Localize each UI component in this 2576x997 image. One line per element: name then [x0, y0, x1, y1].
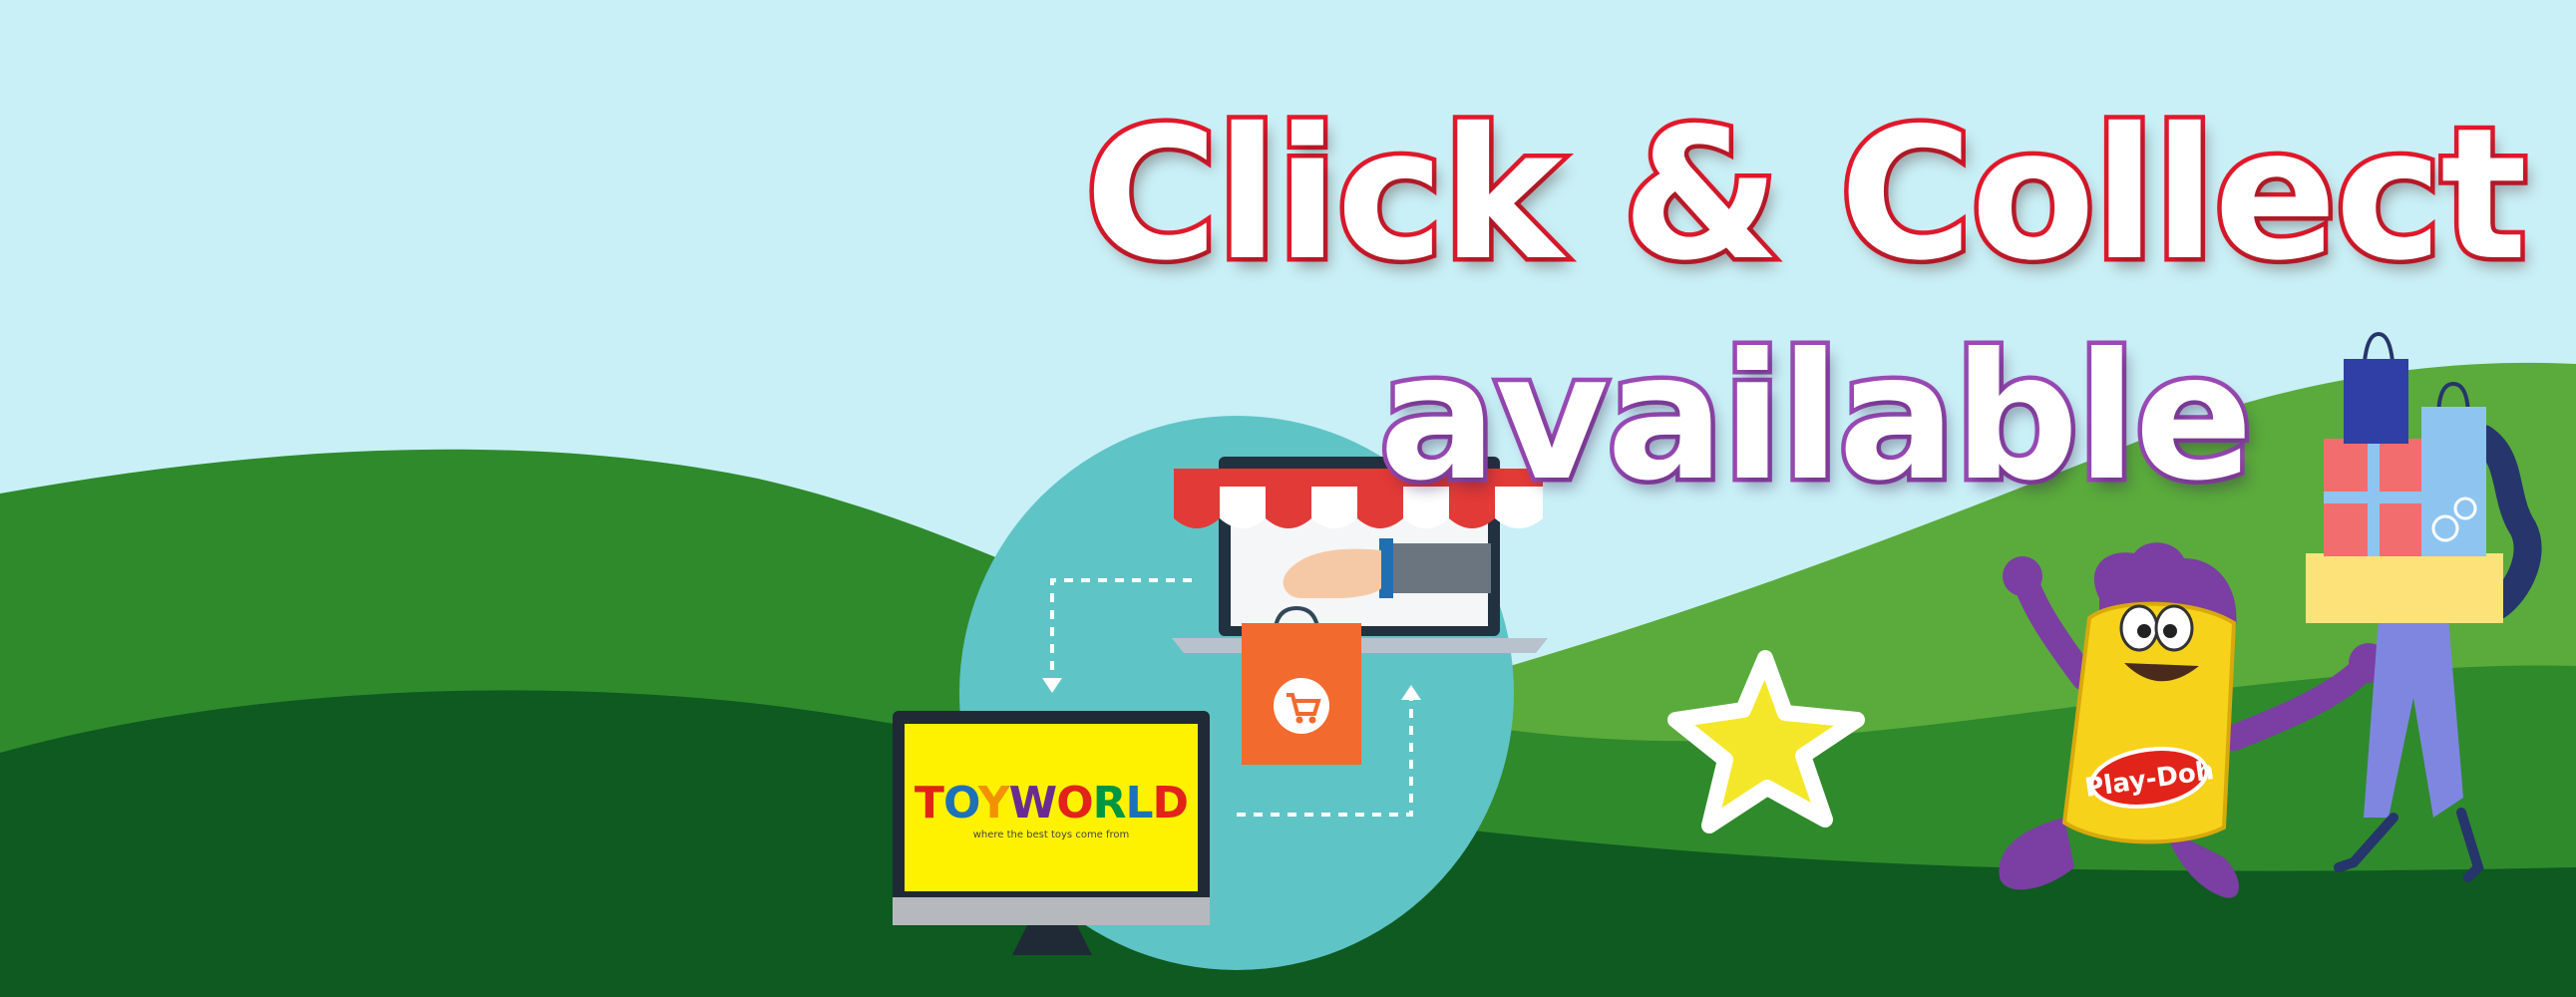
logo-letter: R	[1093, 778, 1126, 829]
mascot-pupil-left	[2137, 624, 2151, 638]
sleeve	[1381, 543, 1491, 593]
logo-letter: D	[1153, 778, 1189, 829]
logo-letter: T	[915, 778, 944, 829]
monitor-chin	[893, 897, 1210, 925]
cart-badge	[1274, 678, 1329, 734]
click-collect-banner: TOYWORLD where the best toys come from P…	[0, 0, 2576, 997]
shopping-bag	[1242, 605, 1361, 765]
logo-letter: L	[1126, 778, 1153, 829]
logo-letter: O	[1056, 778, 1092, 829]
headline-click-collect: Click & Collect	[1080, 89, 2531, 300]
logo-letter: O	[943, 778, 979, 829]
mascot-hand-left	[2003, 556, 2042, 596]
toyworld-logo: TOYWORLD	[915, 778, 1188, 829]
logo-tagline: where the best toys come from	[973, 830, 1130, 840]
shopping-bag-blue	[2344, 359, 2408, 444]
mascot-pupil-right	[2163, 624, 2177, 638]
logo-letter: Y	[977, 778, 1011, 829]
headline-available: available	[1374, 317, 2257, 519]
cuff	[1379, 538, 1393, 598]
parcel-tray	[2306, 553, 2503, 623]
shopping-bag-light	[2421, 407, 2486, 556]
logo-letter: W	[1009, 778, 1057, 829]
gift-ribbon-horizontal	[2324, 492, 2423, 503]
desktop-monitor: TOYWORLD where the best toys come from	[893, 711, 1210, 955]
